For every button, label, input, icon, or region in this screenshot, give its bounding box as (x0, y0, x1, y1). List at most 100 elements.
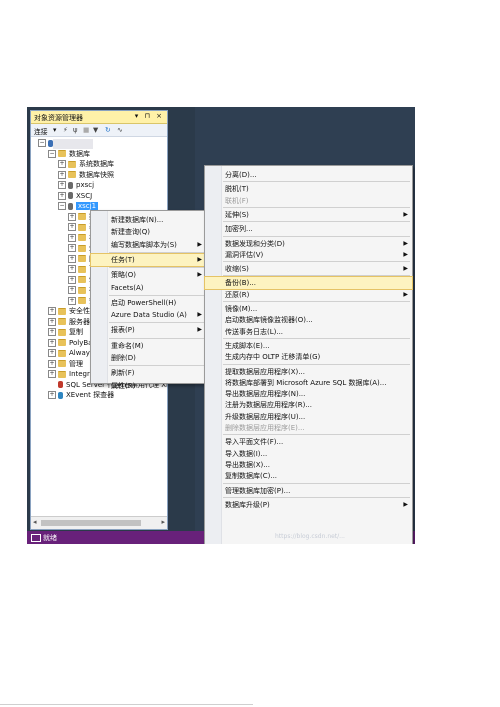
tasks-menu-item[interactable]: 升级数据层应用程序(U)... (205, 411, 412, 423)
tasks-menu-item[interactable]: 收缩(S) ▶ (205, 263, 412, 275)
panel-window-controls[interactable]: ▾ ⊓ × (135, 112, 164, 120)
tasks-submenu: https://blog.csdn.net/... 分离(D)... 脱机(T) 联… (204, 165, 413, 544)
tree-replication-node[interactable]: + 复制 (48, 327, 83, 338)
connect-dropdown-icon[interactable]: ▾ (53, 126, 56, 134)
tasks-menu-item[interactable]: 生成内存中 OLTP 迁移清单(G) (205, 351, 412, 363)
tree-system-databases-node[interactable]: + 系统数据库 (58, 159, 114, 170)
scroll-right-icon[interactable]: ▸ (161, 518, 165, 526)
tasks-menu-item[interactable]: 生成脚本(E)... (205, 340, 412, 352)
menu-item-label: 复制数据库(C)... (225, 472, 278, 481)
tasks-menu-item[interactable]: 还原(R) ▶ (205, 289, 412, 301)
tasks-menu-item[interactable]: 漏洞评估(V) ▶ (205, 249, 412, 261)
tasks-menu-item[interactable]: 分离(D)... (205, 169, 412, 181)
context-menu-item[interactable]: 策略(O) ▶ (91, 269, 206, 281)
tasks-menu-item[interactable]: 联机(F) (205, 195, 412, 207)
context-menu-item[interactable]: 新建查询(Q) (91, 226, 206, 238)
tasks-menu-item[interactable]: 将数据库部署到 Microsoft Azure SQL 数据库(A)... (205, 377, 412, 389)
tasks-menu-item[interactable]: 延伸(S) ▶ (205, 209, 412, 221)
stop-icon[interactable]: ■ (83, 126, 89, 134)
expand-icon[interactable]: + (48, 370, 56, 378)
context-menu-item[interactable]: Facets(A) (91, 282, 206, 294)
activity-monitor-icon[interactable]: ∿ (117, 126, 123, 134)
expand-icon[interactable]: + (58, 160, 66, 168)
tasks-menu-item[interactable]: 加密列... (205, 223, 412, 235)
expand-icon[interactable]: + (48, 338, 56, 347)
tree-pxscj-node[interactable]: + pxscj (58, 180, 94, 191)
context-menu-item[interactable]: 属性(R) (91, 380, 206, 392)
refresh-icon[interactable]: ↻ (105, 126, 111, 134)
menu-separator (223, 337, 410, 339)
menu-item-label: 启动数据库镜像监视器(O)... (225, 316, 313, 325)
tree-polybase-node[interactable]: + PolyBas (48, 338, 96, 349)
tasks-menu-item[interactable]: 复制数据库(C)... (205, 470, 412, 482)
expand-icon[interactable]: + (58, 170, 66, 179)
expand-icon[interactable]: + (48, 307, 56, 315)
context-menu-item[interactable]: 编写数据库脚本为(S) ▶ (91, 239, 206, 251)
collapse-icon[interactable]: − (38, 139, 46, 147)
scrollbar-thumb[interactable] (41, 520, 141, 526)
expand-icon[interactable]: + (68, 286, 76, 294)
expand-icon[interactable]: + (48, 391, 56, 399)
context-menu-item[interactable]: 报表(P) ▶ (91, 324, 206, 336)
database-context-menu: 新建数据库(N)... 新建查询(Q) 编写数据库脚本为(S) ▶ 任务(T) ▶ 策略(O… (90, 210, 207, 390)
context-menu-item[interactable]: 任务(T) ▶ (90, 252, 207, 267)
expand-icon[interactable]: + (48, 349, 56, 357)
expand-icon[interactable]: + (68, 212, 76, 221)
connect-button[interactable]: 连接 (34, 126, 48, 136)
tasks-menu-item[interactable]: 备份(B)... (204, 276, 413, 291)
collapse-icon[interactable]: − (58, 202, 66, 210)
tree-node-label: 数据库快照 (79, 170, 114, 179)
expand-icon[interactable]: + (68, 233, 76, 242)
expand-icon[interactable]: + (48, 359, 56, 368)
expand-icon[interactable]: + (58, 181, 66, 189)
expand-icon[interactable]: + (48, 328, 56, 336)
folder-icon (58, 150, 66, 157)
menu-item-label: 任务(T) (111, 255, 135, 264)
tasks-menu-item[interactable]: 脱机(T) (205, 183, 412, 195)
menu-separator (223, 301, 410, 302)
tasks-menu-item[interactable]: 启动数据库镜像监视器(O)... (205, 314, 412, 326)
horizontal-scrollbar[interactable]: ◂ ▸ (31, 516, 167, 529)
expand-icon[interactable]: + (68, 296, 76, 305)
context-menu-item[interactable]: 删除(D) (91, 352, 206, 364)
tree-always-on-node[interactable]: + Always (48, 348, 94, 359)
tasks-menu-item[interactable]: 传送事务日志(L)... (205, 326, 412, 338)
context-menu-item[interactable]: 重命名(M) (91, 340, 206, 352)
tree-XSCJ-node[interactable]: + XSCJ (58, 191, 92, 202)
tree-xevent-profiler-node[interactable]: + XEvent 探查器 (48, 390, 114, 401)
expand-icon[interactable]: + (68, 265, 76, 273)
filter-icon[interactable]: ▼ (93, 126, 98, 134)
context-menu-item[interactable]: 新建数据库(N)... (91, 214, 206, 226)
expand-icon[interactable]: + (68, 244, 76, 252)
expand-icon[interactable]: + (68, 254, 76, 263)
tasks-menu-item[interactable]: 注册为数据层应用程序(R)... (205, 399, 412, 411)
tasks-menu-item[interactable]: 导入数据(I)... (205, 448, 412, 460)
xevent-icon (58, 391, 63, 399)
context-menu-item[interactable]: 启动 PowerShell(H) (91, 297, 206, 309)
context-menu-item[interactable]: 刷新(F) (91, 367, 206, 379)
expand-icon[interactable]: + (58, 191, 66, 200)
connect-icon[interactable]: ⚡ (63, 126, 68, 134)
context-menu-item[interactable]: Azure Data Studio (A) ▶ (91, 309, 206, 321)
scroll-left-icon[interactable]: ◂ (33, 518, 37, 526)
tasks-menu-item[interactable]: 数据库升级(P) ▶ (205, 499, 412, 511)
collapse-icon[interactable]: − (48, 149, 56, 158)
expand-icon[interactable]: + (68, 275, 76, 284)
tasks-menu-item[interactable]: 镜像(M)... (205, 303, 412, 315)
tasks-menu-item[interactable]: 提取数据层应用程序(X)... (205, 366, 412, 378)
tree-databases-node[interactable]: − 数据库 (48, 149, 90, 160)
tasks-menu-item[interactable]: 导出数据(X)... (205, 459, 412, 471)
expand-icon[interactable]: + (48, 317, 56, 326)
menu-item-label: 分离(D)... (225, 171, 257, 179)
tasks-menu-item[interactable]: 管理数据库加密(P)... (205, 485, 412, 497)
tree-security-node[interactable]: + 安全性 (48, 306, 90, 317)
expand-icon[interactable]: + (68, 223, 76, 231)
tasks-menu-item[interactable]: 导出数据层应用程序(N)... (205, 388, 412, 400)
disconnect-icon[interactable]: ψ (73, 126, 77, 134)
tasks-menu-item[interactable]: 删除数据层应用程序(E)... (205, 422, 412, 434)
tasks-menu-item[interactable]: 导入平面文件(F)... (205, 436, 412, 448)
menu-separator (223, 221, 410, 223)
tasks-menu-item[interactable]: 数据发现和分类(D) ▶ (205, 238, 412, 250)
tree-management-node[interactable]: + 管理 (48, 359, 83, 370)
tree-database-snapshots-node[interactable]: + 数据库快照 (58, 170, 114, 181)
